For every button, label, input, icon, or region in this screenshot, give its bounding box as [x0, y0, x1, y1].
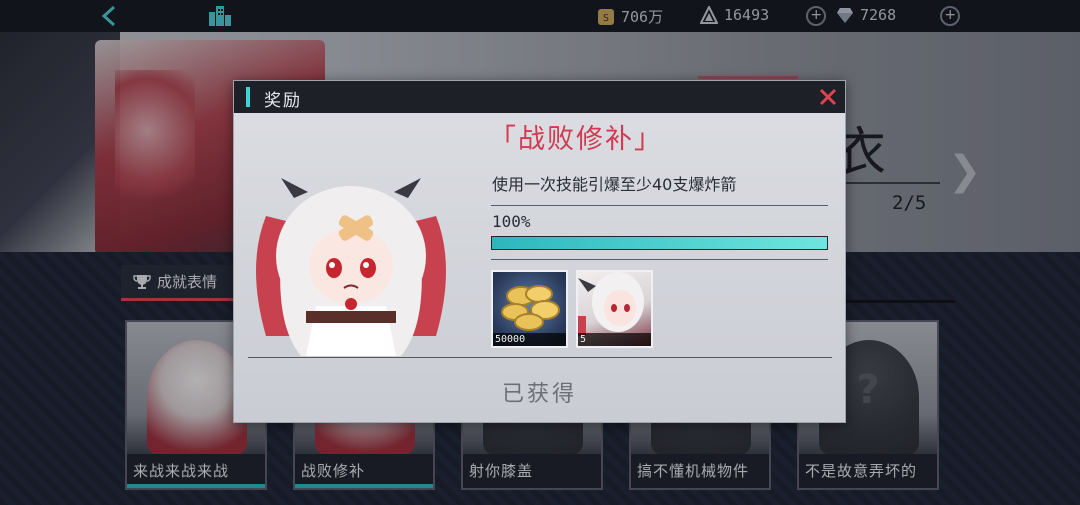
close-x-icon[interactable] [817, 86, 839, 108]
reward-amount: 50000 [493, 333, 566, 346]
divider [248, 357, 832, 358]
modal-title: 奖励 [264, 91, 302, 111]
achievement-title: 「战败修补」 [489, 124, 663, 155]
reward-item-portrait[interactable]: 5 [576, 270, 653, 348]
modal-header: 奖励 [234, 81, 845, 113]
progress-bar [491, 236, 828, 250]
reward-modal: 奖励 「战败修补」 使用一次技能引爆至少40支爆炸箭 100% 50000 5 … [233, 80, 846, 423]
chibi-character-image [256, 178, 446, 356]
character-portrait-icon [578, 272, 644, 336]
reward-item-gold[interactable]: 50000 [491, 270, 568, 348]
gold-coins-icon [501, 285, 560, 331]
claimed-status: 已获得 [501, 382, 577, 407]
reward-amount: 5 [578, 333, 651, 346]
achievement-description: 使用一次技能引爆至少40支爆炸箭 [492, 175, 737, 194]
header-accent [246, 87, 250, 107]
divider [491, 205, 828, 206]
divider [491, 259, 828, 260]
progress-percent: 100% [492, 212, 531, 231]
progress-fill [492, 237, 827, 249]
